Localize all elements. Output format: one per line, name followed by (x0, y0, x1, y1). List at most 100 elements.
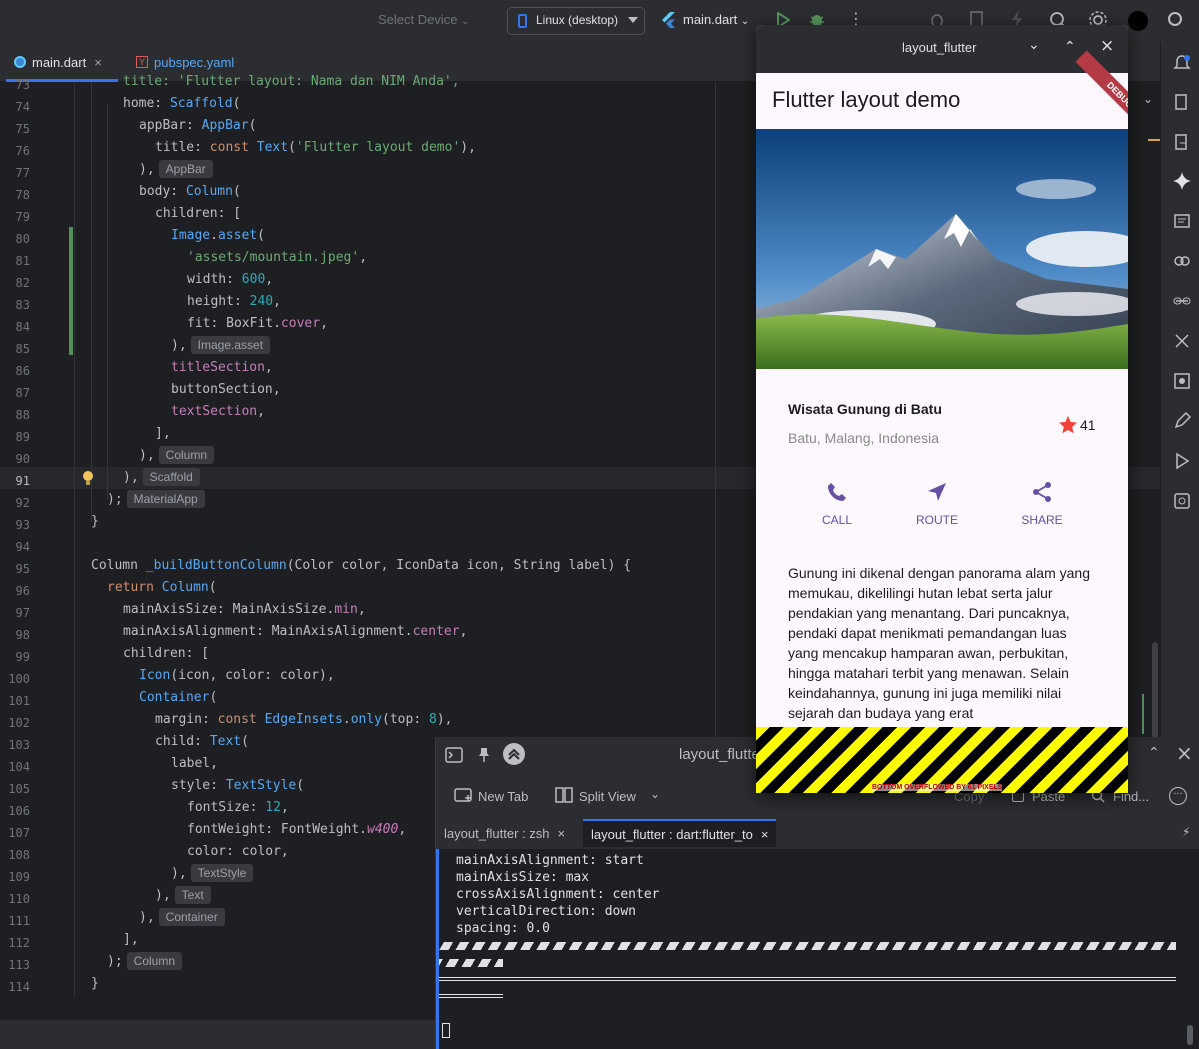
editor-scrollbar[interactable] (1152, 642, 1158, 738)
terminal-scrollbar[interactable] (1187, 1025, 1193, 1045)
code-line: fit: BoxFit.cover, (187, 316, 328, 331)
maximize-icon[interactable]: ⌃ (1148, 745, 1160, 761)
tab-pubspec-yaml[interactable]: Y pubspec.yaml (136, 52, 234, 72)
inspector-icon[interactable] (1173, 372, 1191, 394)
pin-icon[interactable] (477, 747, 491, 767)
warning-marker[interactable] (1148, 139, 1160, 141)
share-icon (1031, 481, 1053, 507)
terminal-line: spacing: 0.0 (456, 921, 550, 936)
lightning-icon[interactable]: ⚡ (1182, 825, 1190, 839)
code-line: fontSize: 12, (187, 800, 289, 815)
layout-inspector-icon[interactable] (1173, 492, 1191, 514)
terminal-icon (445, 747, 463, 767)
code-line: } (91, 514, 99, 529)
close-icon[interactable]: × (1100, 37, 1114, 55)
device-manager-icon[interactable] (1173, 93, 1191, 115)
inlay-hint: Container (158, 908, 225, 926)
vcs-change-marker (1142, 694, 1144, 734)
select-device-dropdown[interactable]: Select Device ⌄ (378, 12, 470, 27)
code-line: Container( (139, 690, 218, 705)
inlay-hint: AppBar (158, 160, 213, 178)
code-line: color: color, (187, 844, 289, 859)
app-bar: Flutter layout demo (756, 73, 1128, 129)
terminal-line: crossAxisAlignment: center (456, 887, 660, 902)
call-icon (826, 481, 848, 507)
run-config-dropdown[interactable]: main.dart ⌄ (683, 12, 749, 27)
chevron-down-icon[interactable]: ⌄ (650, 787, 660, 801)
notification-status-icon[interactable] (1168, 12, 1182, 26)
code-line: label, (171, 756, 218, 771)
code-line: body: Column( (139, 184, 241, 199)
minimize-icon[interactable]: ⌄ (1028, 37, 1040, 53)
terminal-line: mainAxisSize: max (456, 870, 590, 885)
lightbulb-icon[interactable] (82, 470, 94, 486)
terminal-line: verticalDirection: down (456, 904, 637, 919)
scroll-to-top-icon[interactable] (503, 743, 525, 765)
window-titlebar[interactable]: layout_flutter ⌄ ⌃ × (756, 25, 1128, 73)
terminal-tab-flutter[interactable]: layout_flutter : dart:flutter_to × (583, 819, 777, 847)
tab-label: main.dart (32, 54, 87, 70)
mountain-image (756, 129, 1128, 369)
route-button[interactable]: ROUTE (897, 481, 977, 527)
terminal-cursor (442, 1023, 450, 1038)
code-line: title: const Text('Flutter layout demo')… (155, 140, 476, 155)
code-line: mainAxisAlignment: MainAxisAlignment.cen… (123, 624, 468, 639)
code-line: ), Container (139, 907, 225, 929)
chevron-down-icon[interactable]: ⌄ (1143, 92, 1153, 106)
overflow-ascii-stripes (439, 959, 503, 967)
logcat-icon[interactable] (1173, 212, 1191, 234)
overflow-warning-label: BOTTOM OVERFLOWED BY 61 PIXELS (872, 784, 1003, 791)
notifications-icon[interactable] (1173, 54, 1191, 76)
terminal-tab-zsh[interactable]: layout_flutter : zsh × (436, 819, 573, 847)
tab-main-dart[interactable]: main.dart × (14, 52, 102, 72)
gemini-icon[interactable] (1173, 172, 1191, 194)
split-view-icon[interactable] (555, 787, 573, 807)
code-line: title: 'Flutter layout: Nama dan NIM And… (123, 74, 460, 89)
avatar[interactable] (1128, 11, 1148, 31)
code-line: appBar: AppBar( (139, 118, 257, 133)
close-icon[interactable]: × (761, 827, 769, 842)
star-icon[interactable] (1058, 415, 1078, 439)
close-icon[interactable]: × (558, 826, 566, 841)
edit-icon[interactable] (1173, 411, 1192, 434)
button-label: CALL (821, 513, 853, 527)
inlay-hint: Column (158, 446, 215, 464)
terminal-output[interactable]: mainAxisAlignment: start mainAxisSize: m… (436, 849, 1199, 1049)
code-line: margin: const EdgeInsets.only(top: 8), (155, 712, 453, 727)
code-line: ); Column (107, 951, 183, 973)
dart-file-icon (14, 56, 26, 68)
device-selector[interactable]: Linux (desktop) (507, 7, 645, 35)
code-line: ), Scaffold (123, 467, 200, 489)
button-label: ROUTE (916, 513, 958, 527)
code-line: ); MaterialApp (107, 489, 205, 511)
new-tab-icon[interactable] (454, 787, 472, 807)
code-line: Image.asset( (171, 228, 265, 243)
code-line: ), AppBar (139, 159, 213, 181)
navigation-icon (926, 481, 948, 507)
call-button[interactable]: CALL (797, 481, 877, 527)
code-line: textSection, (171, 404, 265, 419)
share-button[interactable]: SHARE (1002, 481, 1082, 527)
rating-count: 41 (1080, 417, 1096, 433)
code-line: buttonSection, (171, 382, 281, 397)
device-explorer-icon[interactable] (1173, 133, 1191, 155)
split-view-button[interactable]: Split View (579, 789, 636, 804)
tools-icon[interactable] (1173, 332, 1191, 354)
run-panel-icon[interactable] (1173, 452, 1191, 474)
menu-icon[interactable]: ··· (1169, 787, 1187, 805)
tab-label: pubspec.yaml (154, 54, 235, 70)
dropdown-arrow-icon (628, 17, 638, 23)
close-icon[interactable]: × (94, 55, 102, 70)
flutter-app-window: layout_flutter ⌄ ⌃ × Flutter layout demo… (756, 25, 1128, 793)
inlay-hint: Column (126, 952, 183, 970)
code-line: titleSection, (171, 360, 273, 375)
device-label: Linux (desktop) (536, 13, 619, 27)
inlay-hint: MaterialApp (126, 490, 205, 508)
close-icon[interactable]: × (1176, 743, 1193, 763)
code-line: mainAxisSize: MainAxisSize.min, (123, 602, 366, 617)
new-tab-button[interactable]: New Tab (478, 789, 528, 804)
link-icon[interactable] (1173, 292, 1191, 314)
maximize-icon[interactable]: ⌃ (1064, 39, 1076, 55)
copilot-icon[interactable] (1173, 252, 1191, 274)
code-line: ), Column (139, 445, 215, 467)
